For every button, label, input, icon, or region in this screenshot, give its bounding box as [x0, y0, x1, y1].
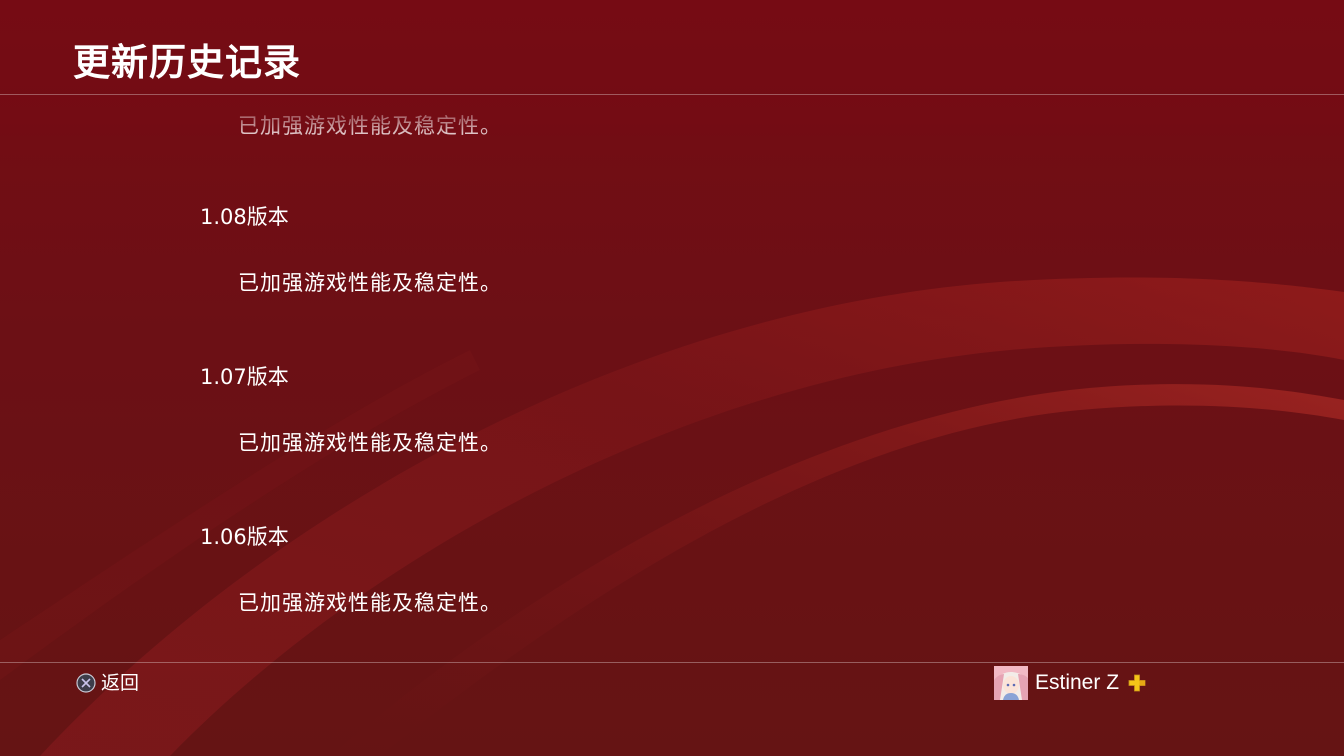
update-history-list[interactable]: 已加强游戏性能及稳定性。 1.08版本 已加强游戏性能及稳定性。 1.07版本 …: [0, 95, 1344, 662]
entry-description-1-08: 已加强游戏性能及稳定性。: [238, 271, 502, 295]
entry-description-1-06: 已加强游戏性能及稳定性。: [238, 591, 502, 615]
entry-description-1-07: 已加强游戏性能及稳定性。: [238, 431, 502, 455]
avatar: [994, 666, 1028, 700]
back-button[interactable]: 返回: [76, 671, 139, 695]
list-top-fade: [0, 95, 1344, 143]
footer: 返回 Estiner Z: [0, 663, 1344, 756]
partial-entry-description: 已加强游戏性能及稳定性。: [238, 114, 502, 138]
playstation-plus-icon: [1128, 674, 1146, 692]
cross-button-icon: [76, 673, 96, 693]
user-profile: Estiner Z: [994, 666, 1146, 700]
header: 更新历史记录: [0, 0, 1344, 94]
entry-version-1-07: 1.07版本: [200, 365, 289, 389]
page-title: 更新历史记录: [73, 41, 301, 84]
user-name: Estiner Z: [1035, 671, 1120, 694]
entry-version-1-06: 1.06版本: [200, 525, 289, 549]
entry-version-1-08: 1.08版本: [200, 205, 289, 229]
back-label: 返回: [101, 672, 140, 694]
